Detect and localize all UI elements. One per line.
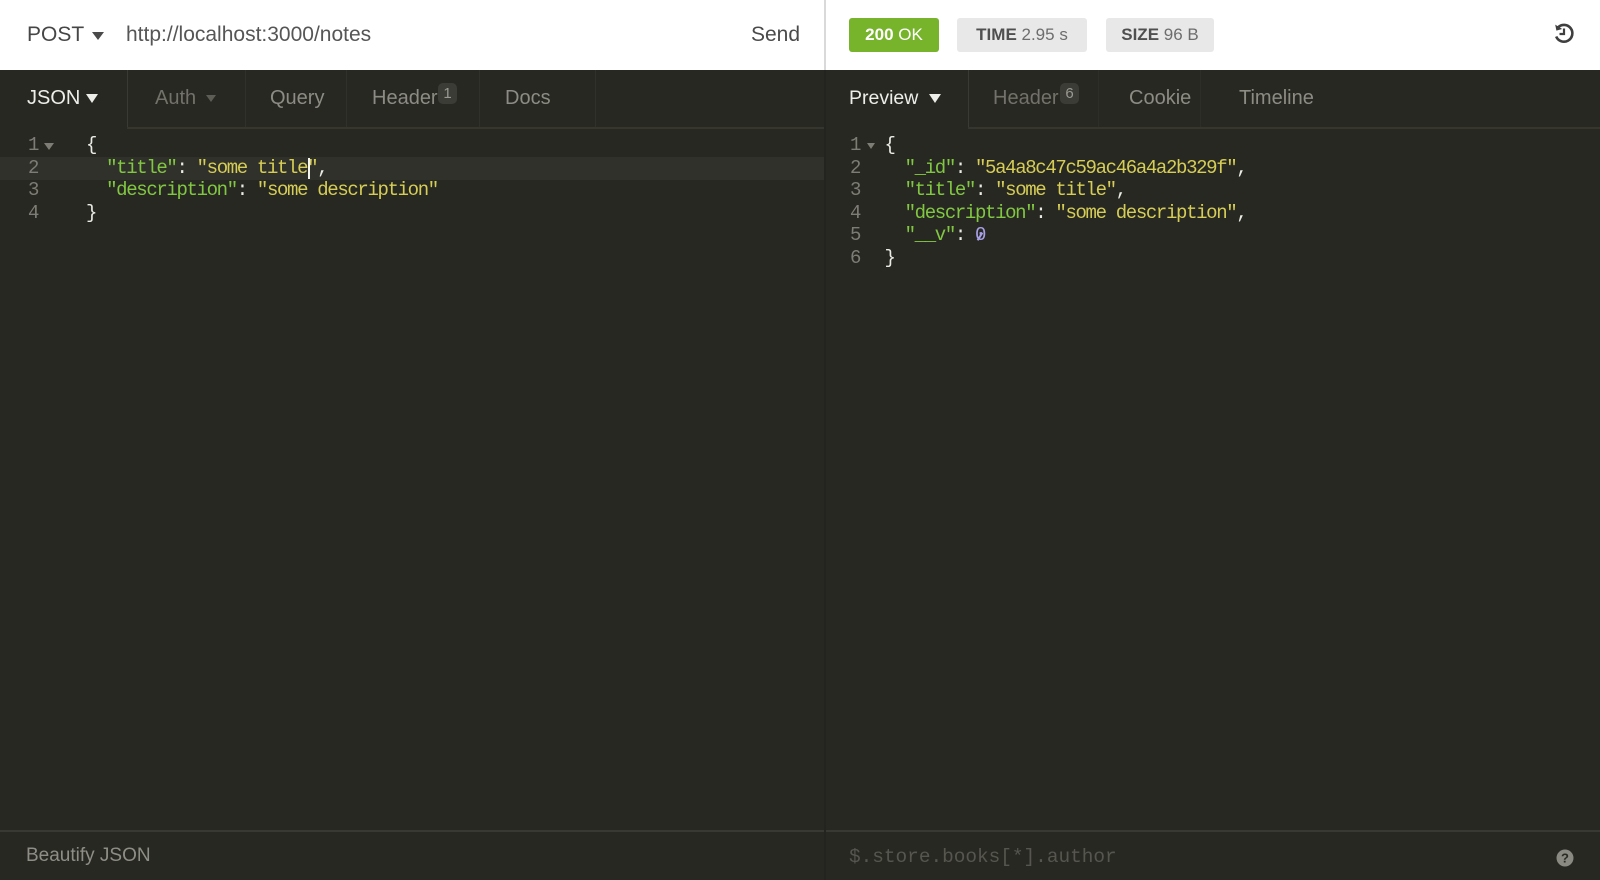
svg-text:?: ? bbox=[1561, 851, 1569, 866]
